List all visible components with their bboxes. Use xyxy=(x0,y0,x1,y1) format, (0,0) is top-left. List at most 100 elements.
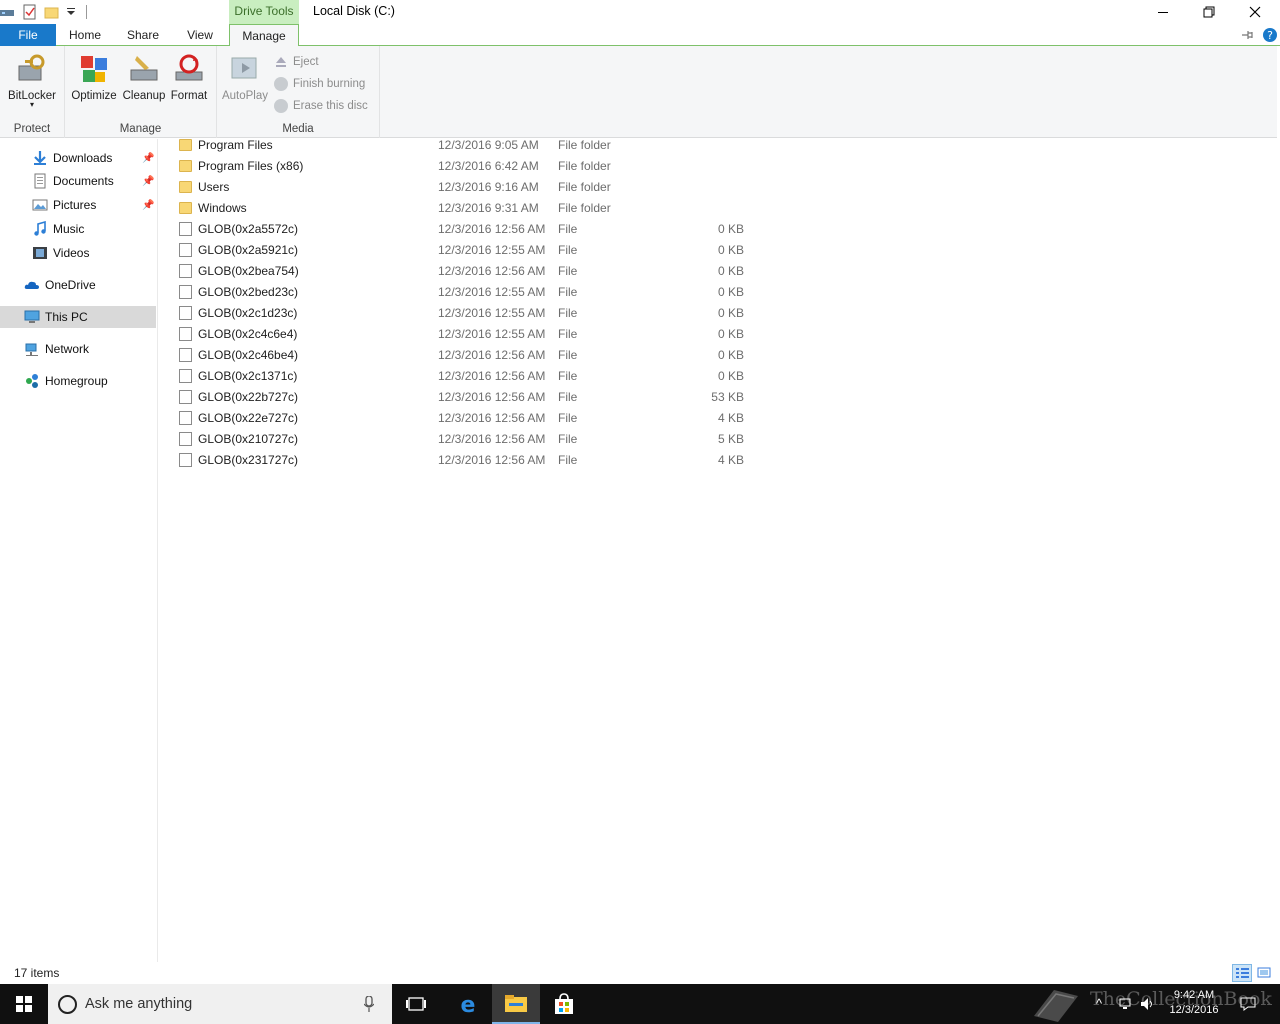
nav-item-homegroup[interactable]: Homegroup xyxy=(0,370,156,392)
show-hidden-icons-chevron-icon[interactable]: ^ xyxy=(1096,996,1102,1011)
finish-burning-button[interactable]: Finish burning xyxy=(274,75,365,93)
ribbon-tabs: File Home Share View Manage ? xyxy=(0,24,1280,47)
nav-label: OneDrive xyxy=(45,278,96,292)
date-modified: 12/3/2016 12:56 AM xyxy=(438,368,546,383)
erase-disc-label: Erase this disc xyxy=(293,100,368,112)
table-row[interactable]: GLOB(0x231727c) 12/3/2016 12:56 AM File 4 K… xyxy=(179,449,879,470)
table-row[interactable]: GLOB(0x2c46be4) 12/3/2016 12:56 AM File 0 K… xyxy=(179,344,879,365)
volume-tray-icon[interactable] xyxy=(1140,996,1156,1015)
large-icons-view-button[interactable] xyxy=(1255,964,1275,982)
store-button[interactable] xyxy=(540,984,588,1024)
file-type: File xyxy=(558,389,578,404)
taskbar-clock[interactable]: 9:42 AM 12/3/2016 xyxy=(1164,988,1224,1018)
tab-view[interactable]: View xyxy=(178,24,222,46)
file-name: Program Files xyxy=(198,137,273,152)
properties-checkmark-icon[interactable] xyxy=(22,4,38,20)
item-count: 17 items xyxy=(14,966,60,980)
onedrive-cloud-icon xyxy=(24,277,40,293)
taskbar: Ask me anything e TheCollectionBook ^ 9:… xyxy=(0,984,1280,1024)
store-bag-icon xyxy=(555,993,573,1014)
nav-item-this-pc[interactable]: This PC xyxy=(0,306,156,328)
restore-button[interactable] xyxy=(1186,0,1232,24)
nav-item-network[interactable]: Network xyxy=(0,338,156,360)
file-icon xyxy=(179,389,192,404)
file-type: File xyxy=(558,347,578,362)
new-folder-icon[interactable] xyxy=(44,4,60,20)
pin-icon[interactable]: 📌 xyxy=(142,200,154,211)
file-type: File xyxy=(558,452,578,467)
pin-icon[interactable]: 📌 xyxy=(142,153,154,164)
table-row[interactable]: Windows 12/3/2016 9:31 AM File folder xyxy=(179,197,879,218)
details-view-button[interactable] xyxy=(1232,964,1252,982)
status-bar: 17 items xyxy=(0,962,1280,984)
format-button[interactable]: Format xyxy=(167,52,211,102)
customize-qat-chevron-icon[interactable] xyxy=(66,4,76,20)
task-view-icon xyxy=(406,997,426,1011)
table-row[interactable]: GLOB(0x2c1d23c) 12/3/2016 12:55 AM File 0 K… xyxy=(179,302,879,323)
date-modified: 12/3/2016 12:56 AM xyxy=(438,263,546,278)
network-tray-icon[interactable] xyxy=(1118,996,1134,1015)
table-row[interactable]: GLOB(0x2c4c6e4) 12/3/2016 12:55 AM File 0 K… xyxy=(179,323,879,344)
table-row[interactable]: Program Files 12/3/2016 9:05 AM File folde… xyxy=(179,134,879,155)
bitlocker-button[interactable]: BitLocker ▾ xyxy=(6,52,58,109)
file-explorer-icon xyxy=(505,995,527,1012)
date-modified: 12/3/2016 12:56 AM xyxy=(438,347,546,362)
table-row[interactable]: GLOB(0x2a5572c) 12/3/2016 12:56 AM File 0 K… xyxy=(179,218,879,239)
pin-icon[interactable]: 📌 xyxy=(142,176,154,187)
file-icon xyxy=(179,221,192,236)
tab-file[interactable]: File xyxy=(0,24,56,46)
tab-manage[interactable]: Manage xyxy=(229,24,299,47)
file-type: File folder xyxy=(558,137,611,152)
manage-group: Optimize Cleanup Format Manage xyxy=(65,46,217,138)
tab-home[interactable]: Home xyxy=(62,24,108,46)
cortana-search-box[interactable]: Ask me anything xyxy=(48,984,392,1024)
minimize-button[interactable] xyxy=(1140,0,1186,24)
erase-disc-button[interactable]: Erase this disc xyxy=(274,97,368,115)
table-row[interactable]: GLOB(0x22b727c) 12/3/2016 12:56 AM File 53 … xyxy=(179,386,879,407)
table-row[interactable]: GLOB(0x2c1371c) 12/3/2016 12:56 AM File 0 K… xyxy=(179,365,879,386)
optimize-label: Optimize xyxy=(71,90,117,102)
pin-ribbon-icon[interactable] xyxy=(1240,27,1254,43)
table-row[interactable]: GLOB(0x22e727c) 12/3/2016 12:56 AM File 4 K… xyxy=(179,407,879,428)
tab-share[interactable]: Share xyxy=(120,24,166,46)
file-type: File xyxy=(558,284,578,299)
table-row[interactable]: GLOB(0x210727c) 12/3/2016 12:56 AM File 5 K… xyxy=(179,428,879,449)
edge-browser-button[interactable]: e xyxy=(444,984,492,1024)
close-button[interactable] xyxy=(1232,0,1278,24)
action-center-icon[interactable] xyxy=(1240,996,1256,1015)
nav-item-pictures[interactable]: Pictures 📌 xyxy=(0,194,156,216)
file-explorer-taskbar-button[interactable] xyxy=(492,984,540,1024)
eject-icon xyxy=(274,55,288,69)
drive-app-icon[interactable] xyxy=(0,4,16,20)
nav-item-videos[interactable]: Videos xyxy=(0,242,156,264)
date-modified: 12/3/2016 12:55 AM xyxy=(438,326,546,341)
clock-time: 9:42 AM xyxy=(1173,989,1215,1001)
window-title: Local Disk (C:) xyxy=(313,4,395,18)
table-row[interactable]: Program Files (x86) 12/3/2016 6:42 AM File… xyxy=(179,155,879,176)
task-view-button[interactable] xyxy=(392,984,440,1024)
windows-logo-icon xyxy=(16,996,32,1012)
file-name: Program Files (x86) xyxy=(198,158,304,173)
file-name: GLOB(0x2bed23c) xyxy=(198,284,299,299)
cleanup-button[interactable]: Cleanup xyxy=(120,52,168,102)
nav-item-onedrive[interactable]: OneDrive xyxy=(0,274,156,296)
drive-tools-context-label: Drive Tools xyxy=(229,0,299,24)
nav-item-downloads[interactable]: Downloads 📌 xyxy=(0,147,156,169)
table-row[interactable]: GLOB(0x2bed23c) 12/3/2016 12:55 AM File 0 K… xyxy=(179,281,879,302)
autoplay-button[interactable]: AutoPlay xyxy=(221,52,269,102)
edge-icon: e xyxy=(461,993,476,1015)
nav-item-music[interactable]: Music xyxy=(0,218,156,240)
file-list: Program Files 12/3/2016 9:05 AM File folde… xyxy=(159,138,1280,962)
file-icon xyxy=(179,368,192,383)
autoplay-label: AutoPlay xyxy=(221,90,269,102)
file-name: GLOB(0x231727c) xyxy=(198,452,299,467)
microphone-icon[interactable] xyxy=(363,995,375,1015)
table-row[interactable]: Users 12/3/2016 9:16 AM File folder xyxy=(179,176,879,197)
table-row[interactable]: GLOB(0x2bea754) 12/3/2016 12:56 AM File 0 K… xyxy=(179,260,879,281)
nav-item-documents[interactable]: Documents 📌 xyxy=(0,170,156,192)
help-icon[interactable]: ? xyxy=(1262,27,1278,43)
eject-button[interactable]: Eject xyxy=(274,53,319,71)
table-row[interactable]: GLOB(0x2a5921c) 12/3/2016 12:55 AM File 0 K… xyxy=(179,239,879,260)
start-button[interactable] xyxy=(0,984,48,1024)
optimize-button[interactable]: Optimize xyxy=(69,52,119,102)
